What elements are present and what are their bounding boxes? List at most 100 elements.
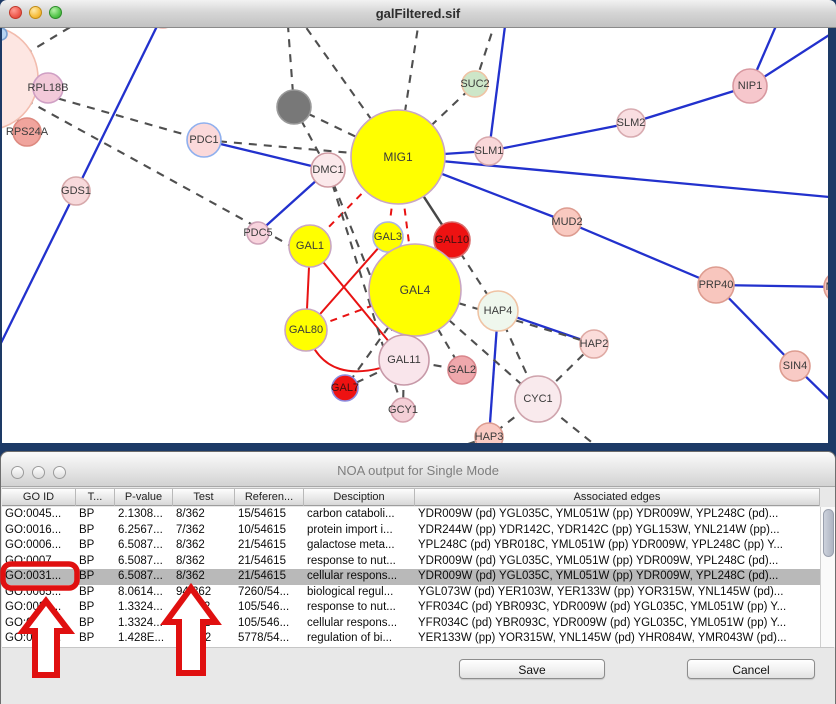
cell-description: carbon cataboli... [304,507,415,523]
graph-node-label: RPL18B [28,82,69,94]
cell-edges: YDR009W (pd) YGL035C, YML051W (pp) YDR00… [415,569,820,585]
cell-type: BP [76,523,115,539]
cell-edges: YPL248C (pd) YBR018C, YML051W (pp) YDR00… [415,538,820,554]
column-header-test[interactable]: Test [173,489,235,506]
graph-node-label: GAL4 [400,283,431,297]
graph-node-label: NIP1 [738,80,762,92]
cell-p_value: 2.1308... [115,507,173,523]
column-header-type[interactable]: T... [76,489,115,506]
cell-description: galactose meta... [304,538,415,554]
graph-node-label: GDS1 [61,185,91,197]
cell-description: response to nut... [304,554,415,570]
cell-edges: YDR244W (pp) YDR142C, YDR142C (pp) YGL15… [415,523,820,539]
graph-edge [2,191,76,345]
graph-node-label: SUC2 [460,78,489,90]
cell-test: 8/362 [173,554,235,570]
cell-test: 80/362 [173,631,235,647]
cell-reference: 105/546... [235,616,304,632]
column-header-reference[interactable]: Referen... [235,489,304,506]
cell-test: 8/362 [173,507,235,523]
graph-node-label: GAL10 [435,234,469,246]
cell-test: 8/362 [173,538,235,554]
cell-edges: YFR034C (pd) YBR093C, YDR009W (pd) YGL03… [415,600,820,616]
save-button[interactable]: Save [459,659,605,679]
table-row[interactable]: GO:0007...BP6.5087...8/36221/54615respon… [2,554,820,570]
table-row[interactable]: GO:0065...BP8.0614...94/3627260/54...bio… [2,585,820,601]
graph-node-label: GAL7 [331,382,359,394]
screen: galFiltered.sif RPL18B RPS24A GDS1 PDC1 PDC5… [0,0,836,704]
network-window-title: galFiltered.sif [0,0,836,28]
graph-node-label: HAP4 [484,305,513,317]
cell-reference: 5778/54... [235,631,304,647]
graph-node-label: GAL1 [296,240,324,252]
cell-go_id: GO:0045... [2,507,76,523]
cell-edges: YDR009W (pd) YGL035C, YML051W (pp) YDR00… [415,554,820,570]
cell-type: BP [76,600,115,616]
cell-p_value: 6.5087... [115,538,173,554]
graph-node-label: DMC1 [312,164,343,176]
cell-p_value: 1.3324... [115,600,173,616]
cell-go_id: GO:0031... [2,569,76,585]
graph-node-label: RPS24A [6,126,49,138]
graph-node-label: MUD2 [551,216,582,228]
graph-node-sliver[interactable] [2,28,7,40]
noa-titlebar[interactable]: NOA output for Single Mode [1,452,835,487]
graph-node-label: PRP40 [699,279,734,291]
graph-node-grayNode[interactable] [277,90,311,124]
graph-edge [631,86,750,123]
table-scrollbar[interactable] [820,507,835,647]
network-titlebar[interactable]: galFiltered.sif [0,0,836,28]
table-row[interactable]: GO:0050...BP1.428E...80/3625778/54...reg… [2,631,820,647]
noa-window: NOA output for Single Mode GO IDT...P-va… [0,451,836,704]
table-row[interactable]: GO:0006...BP6.5087...8/36221/54615galact… [2,538,820,554]
cell-edges: YER133W (pp) YOR315W, YNL145W (pd) YHR08… [415,631,820,647]
cell-test: 94/362 [173,585,235,601]
cell-description: cellular respons... [304,616,415,632]
column-header-go_id[interactable]: GO ID [2,489,76,506]
scrollbar-thumb[interactable] [823,509,834,557]
graph-edge [398,157,828,198]
table-row[interactable]: GO:0031...BP1.3324...11/362105/546...res… [2,600,820,616]
cell-p_value: 1.428E... [115,631,173,647]
graph-node-label: GAL3 [374,231,402,243]
cell-edges: YDR009W (pd) YGL035C, YML051W (pp) YDR00… [415,507,820,523]
column-header-p_value[interactable]: P-value [115,489,173,506]
graph-node-label: GAL2 [448,364,476,376]
cell-reference: 21/54615 [235,538,304,554]
graph-node-label: HAP3 [475,431,504,443]
cell-p_value: 8.0614... [115,585,173,601]
graph-node-label: PDC1 [189,134,218,146]
table-row[interactable]: GO:0031...BP6.5087...8/36221/54615cellul… [2,569,820,585]
cell-description: protein import i... [304,523,415,539]
cell-go_id: GO:0050... [2,631,76,647]
graph-node-label: GAL80 [289,324,323,336]
column-header-description[interactable]: Desciption [304,489,415,506]
cell-description: response to nut... [304,600,415,616]
cell-go_id: GO:0006... [2,538,76,554]
table-row[interactable]: GO:0031...BP1.3324...11/362105/546...cel… [2,616,820,632]
cell-type: BP [76,631,115,647]
graph-node-label: SLM2 [617,117,646,129]
table-row[interactable]: GO:0045...BP2.1308...8/36215/54615carbon… [2,507,820,523]
graph-node-label: MSL1 [826,281,828,293]
column-header-edges[interactable]: Associated edges [415,489,820,506]
graph-node-label: SLM1 [475,145,504,157]
graph-edge [489,28,505,151]
graph-node-blob[interactable] [2,28,38,130]
cell-test: 7/362 [173,523,235,539]
network-canvas[interactable]: RPL18BRPS24AGDS1PDC1PDC5DMC1MIG1SUC2SLM1… [2,28,828,443]
cell-test: 11/362 [173,600,235,616]
graph-node-label: CYC1 [523,393,552,405]
table-row[interactable]: GO:0016...BP6.2567...7/36210/54615protei… [2,523,820,539]
cell-test: 11/362 [173,616,235,632]
cell-go_id: GO:0031... [2,616,76,632]
graph-node-label: PDC5 [243,227,272,239]
network-window: galFiltered.sif RPL18B RPS24A GDS1 PDC1 PDC5… [0,0,836,451]
cell-go_id: GO:0007... [2,554,76,570]
cell-test: 8/362 [173,569,235,585]
cancel-button[interactable]: Cancel [687,659,815,679]
cell-type: BP [76,507,115,523]
cell-edges: YFR034C (pd) YBR093C, YDR009W (pd) YGL03… [415,616,820,632]
cell-go_id: GO:0031... [2,600,76,616]
cell-reference: 21/54615 [235,569,304,585]
